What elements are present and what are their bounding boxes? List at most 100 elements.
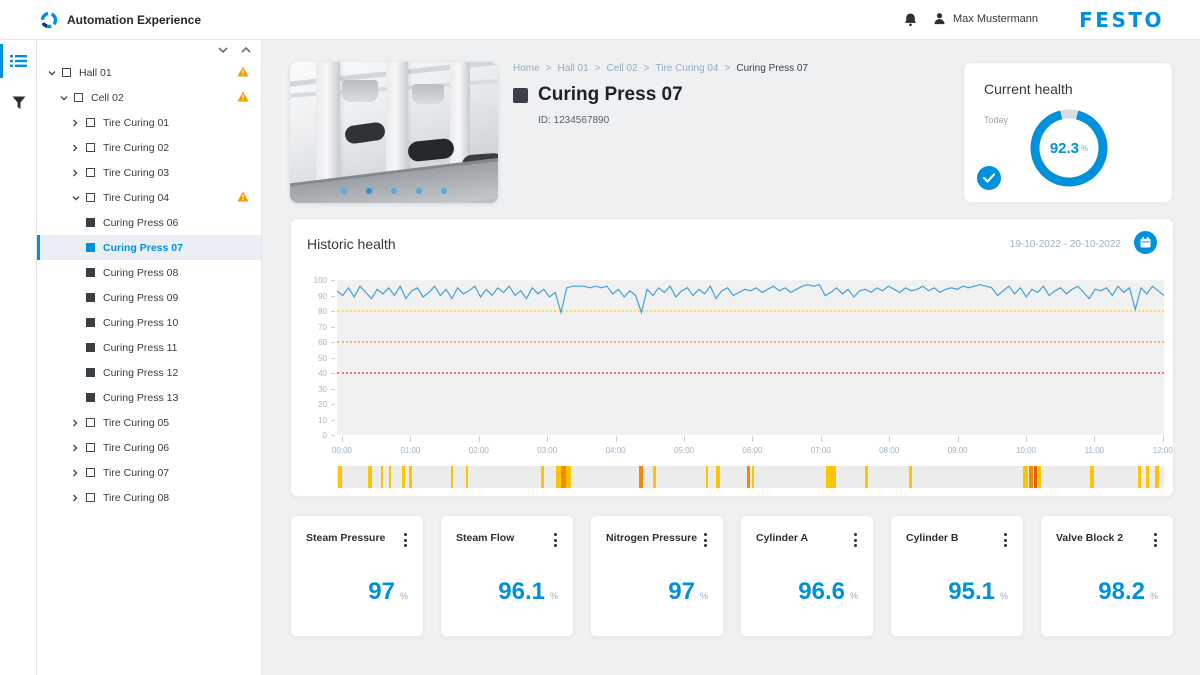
y-axis-label: 90: [291, 292, 327, 301]
kebab-dot: [854, 539, 857, 542]
tree-item-curing-press-10[interactable]: Curing Press 10: [37, 310, 261, 335]
event-mark: [338, 466, 342, 488]
event-mark: [716, 466, 720, 488]
metric-value-row: 95.1%: [948, 578, 1008, 606]
tree-item-tire-curing-07[interactable]: Tire Curing 07: [37, 460, 261, 485]
breadcrumb: Home>Hall 01>Cell 02>Tire Curing 04>Curi…: [513, 63, 808, 74]
current-health-period: Today: [984, 115, 1008, 125]
metric-unit: %: [1000, 591, 1008, 601]
x-axis-tick: [1094, 436, 1095, 442]
tree-item-curing-press-06[interactable]: Curing Press 06: [37, 210, 261, 235]
event-mark: [865, 466, 868, 488]
chevron-down-icon[interactable]: [60, 95, 74, 101]
chevron-right-icon[interactable]: [72, 494, 86, 502]
event-mark: [1029, 466, 1033, 488]
chevron-right-icon[interactable]: [72, 419, 86, 427]
breadcrumb-item[interactable]: Hall 01: [558, 63, 589, 74]
tree-item-label: Curing Press 11: [103, 342, 261, 354]
photo-shape: [342, 80, 378, 102]
collapse-all-icon[interactable]: [241, 46, 251, 54]
chevron-right-icon[interactable]: [72, 444, 86, 452]
tree-item-tire-curing-05[interactable]: Tire Curing 05: [37, 410, 261, 435]
chevron-right-icon[interactable]: [72, 119, 86, 127]
kebab-dot: [704, 544, 707, 547]
card-menu-button[interactable]: [1001, 530, 1010, 550]
kebab-dot: [554, 544, 557, 547]
tree-item-tire-curing-06[interactable]: Tire Curing 06: [37, 435, 261, 460]
tree-item-label: Curing Press 09: [103, 292, 261, 304]
event-mark: [1023, 466, 1028, 488]
y-axis-label: 30: [291, 385, 327, 394]
event-timeline-strip[interactable]: [337, 466, 1164, 488]
y-axis-tick: [331, 311, 335, 312]
tree-item-curing-press-13[interactable]: Curing Press 13: [37, 385, 261, 410]
tree-item-label: Curing Press 07: [103, 242, 261, 254]
carousel-dot[interactable]: [341, 188, 347, 194]
tree-item-curing-press-08[interactable]: Curing Press 08: [37, 260, 261, 285]
x-axis-label: 09:00: [948, 446, 968, 455]
asset-tree-panel: Hall 01Cell 02Tire Curing 01Tire Curing …: [37, 40, 262, 675]
asset-tree-toggle-button[interactable]: [0, 40, 37, 82]
kebab-dot: [1004, 539, 1007, 542]
breadcrumb-item[interactable]: Cell 02: [607, 63, 638, 74]
carousel-dot[interactable]: [441, 188, 447, 194]
user-menu[interactable]: Max Mustermann: [933, 12, 1038, 25]
tree-item-tire-curing-01[interactable]: Tire Curing 01: [37, 110, 261, 135]
x-axis-tick: [821, 436, 822, 442]
tree-item-curing-press-07[interactable]: Curing Press 07: [37, 235, 261, 260]
y-axis-label: 80: [291, 307, 327, 316]
chevron-right-icon[interactable]: [72, 169, 86, 177]
tree-item-hall-01[interactable]: Hall 01: [37, 60, 261, 85]
date-range: 19-10-2022 - 20-10-2022: [1010, 239, 1121, 250]
tree-item-tire-curing-03[interactable]: Tire Curing 03: [37, 160, 261, 185]
chevron-right-icon[interactable]: [72, 469, 86, 477]
machine-photo-carousel[interactable]: [290, 62, 498, 203]
card-menu-button[interactable]: [401, 530, 410, 550]
kebab-dot: [854, 544, 857, 547]
metric-card-nitrogen-pressure: Nitrogen Pressure97%: [590, 515, 724, 637]
chevron-down-icon[interactable]: [48, 70, 62, 76]
card-menu-button[interactable]: [701, 530, 710, 550]
tree-item-tire-curing-08[interactable]: Tire Curing 08: [37, 485, 261, 510]
breadcrumb-item[interactable]: Tire Curing 04: [656, 63, 719, 74]
tree-item-curing-press-09[interactable]: Curing Press 09: [37, 285, 261, 310]
tree-item-tire-curing-02[interactable]: Tire Curing 02: [37, 135, 261, 160]
card-menu-button[interactable]: [851, 530, 860, 550]
filled-square-icon: [86, 368, 95, 377]
tree-item-tire-curing-04[interactable]: Tire Curing 04: [37, 185, 261, 210]
tree-item-label: Curing Press 06: [103, 217, 261, 229]
outline-square-icon: [62, 68, 71, 77]
card-menu-button[interactable]: [1151, 530, 1160, 550]
breadcrumb-separator: >: [546, 63, 552, 74]
chevron-right-icon[interactable]: [72, 144, 86, 152]
asset-square-icon: [513, 88, 528, 103]
historic-health-chart[interactable]: [337, 280, 1164, 435]
kebab-dot: [1004, 533, 1007, 536]
historic-health-title: Historic health: [307, 236, 396, 252]
y-axis-label: 60: [291, 338, 327, 347]
notifications-bell-icon[interactable]: [903, 12, 919, 28]
expand-all-icon[interactable]: [218, 46, 228, 54]
event-mark: [466, 466, 468, 488]
calendar-button[interactable]: [1134, 231, 1157, 254]
chevron-down-icon[interactable]: [72, 195, 86, 201]
card-menu-button[interactable]: [551, 530, 560, 550]
outline-square-icon: [86, 143, 95, 152]
tree-item-curing-press-11[interactable]: Curing Press 11: [37, 335, 261, 360]
carousel-dot[interactable]: [391, 188, 397, 194]
y-axis-tick: [331, 420, 335, 421]
y-axis-tick: [331, 342, 335, 343]
carousel-dot[interactable]: [416, 188, 422, 194]
tree-item-cell-02[interactable]: Cell 02: [37, 85, 261, 110]
tree-item-curing-press-12[interactable]: Curing Press 12: [37, 360, 261, 385]
metric-unit: %: [400, 591, 408, 601]
carousel-dot[interactable]: [366, 188, 372, 194]
page-title: Curing Press 07: [538, 84, 683, 106]
breadcrumb-item[interactable]: Home: [513, 63, 540, 74]
tree-item-label: Tire Curing 06: [103, 442, 261, 454]
health-value: 92.3: [1050, 140, 1079, 157]
filter-button[interactable]: [0, 82, 37, 124]
tree-item-label: Curing Press 08: [103, 267, 261, 279]
health-ok-badge: [977, 166, 1001, 190]
event-mark: [1146, 466, 1149, 488]
